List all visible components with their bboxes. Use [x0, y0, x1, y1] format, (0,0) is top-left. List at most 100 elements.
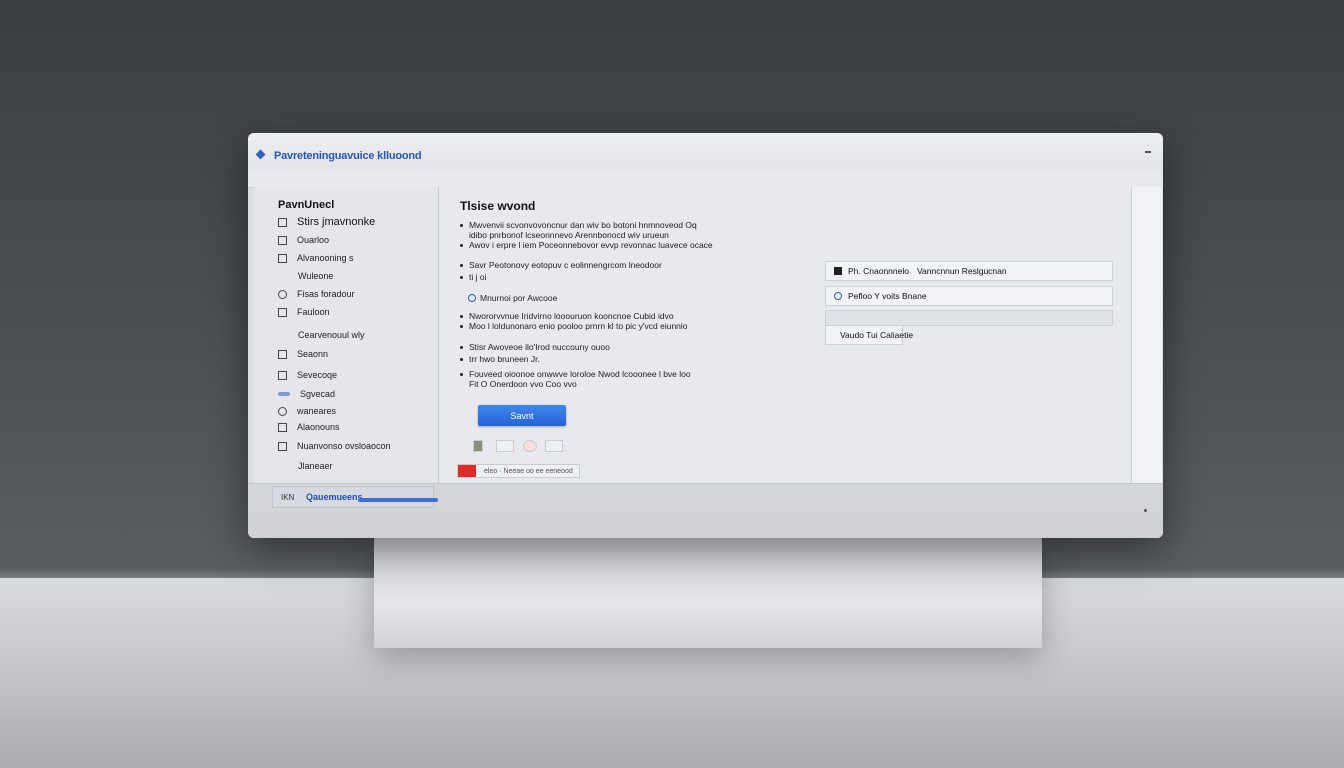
body-line-text: Awov i erpre l iem Poceonnebovor evvp re… [469, 240, 713, 250]
checkbox-icon [278, 217, 287, 227]
bullet-icon [460, 224, 463, 228]
save-button[interactable]: Savnt [478, 405, 566, 426]
sidebar-item[interactable]: waneares [278, 404, 336, 418]
sidebar-item[interactable]: Nuanvonso ovsloaocon [278, 439, 391, 453]
bullet-icon [460, 346, 463, 350]
sidebar-item-label: Cearvenouul wly [298, 330, 365, 340]
sidebar-item[interactable]: Jlaneaer [298, 459, 333, 473]
sidebar-item-label: waneares [297, 406, 337, 416]
body-line: Moo l loldunonaro enio pooloo prnrn kl t… [460, 321, 688, 331]
footer-key: IKN [281, 493, 295, 502]
sidebar-footer[interactable]: IKN Qauemueens [272, 486, 438, 508]
file-icon [834, 267, 842, 275]
sidebar-item-label: Sgvecad [300, 389, 336, 399]
bullet-icon [460, 315, 463, 319]
bullet-icon [460, 264, 463, 268]
body-line-text: trr hwo bruneen Jr. [469, 354, 540, 364]
body-line: trr hwo bruneen Jr. [460, 354, 540, 364]
bullet-icon [460, 244, 463, 248]
page-title: Tlsise wvond [460, 199, 536, 213]
blank-button[interactable] [496, 440, 514, 452]
radio-label: Mnurnoi por Awcooe [480, 293, 558, 303]
sidebar-item[interactable]: Alaonouns [278, 420, 340, 434]
info-row-label: Vaudo Tui Caliaetie [840, 330, 914, 340]
body-line-text: Savr Peotonovy eotopuv c eolinnengrcom l… [469, 260, 662, 270]
edit-icon [834, 292, 842, 300]
status-badge-text: eleo · Neeae oo ee eeneood [484, 467, 573, 475]
info-row[interactable]: Ph. Cnaonnnelo Vanncnnun Reslgucnan [825, 261, 1113, 281]
sidebar-item-label: Jlaneaer [298, 461, 333, 471]
checkbox-icon [278, 253, 287, 263]
sidebar-item-label: Ouarloo [297, 235, 330, 245]
sidebar-item-label: Stirs jmavnonke [297, 216, 376, 228]
window-titlebar: Pavreteninguavuice klluoond [248, 133, 1163, 170]
body-line: ti j oi [460, 272, 486, 282]
body-line: Stisr Awoveoe ilo'Irod nuccouny ouoo [460, 342, 610, 352]
body-line: Fit O Onerdoon vvo Coo vvo [469, 379, 577, 389]
body-line-text: Fouveed oioonoe onwwve loroloe Nwod lcoo… [469, 369, 691, 379]
sidebar-item[interactable]: Seaonn [278, 347, 328, 361]
sidebar-item[interactable]: Cearvenouul wly [298, 328, 365, 342]
body-line-text: idibo pnrbonof lcseonnnevo Arennbonocd w… [469, 230, 669, 240]
image-icon [278, 289, 287, 299]
window-title: Pavreteninguavuice klluoond [274, 150, 422, 162]
body-line: Fouveed oioonoe onwwve loroloe Nwod lcoo… [460, 369, 691, 379]
minimize-icon[interactable] [1145, 151, 1151, 153]
bullet-icon [460, 276, 463, 280]
grid-icon [278, 441, 287, 451]
info-row-label: Ph. Cnaonnnelo [848, 266, 909, 276]
radio-icon [468, 294, 476, 302]
pencil-icon[interactable] [473, 440, 483, 452]
user-avatar-icon[interactable] [523, 440, 537, 452]
sidebar-item[interactable]: Wuleone [298, 269, 333, 283]
sidebar-item[interactable]: Fauloon [278, 305, 330, 319]
progress-bar [358, 498, 438, 502]
indicator-icon [1144, 509, 1147, 512]
info-row[interactable]: Vaudo Tui Caliaetie [825, 325, 913, 345]
info-row-label: Pefloo Y voits Bnane [848, 291, 927, 301]
sidebar-item-label: Nuanvonso ovsloaocon [297, 441, 391, 451]
sidebar-item[interactable]: Fisas foradour [278, 287, 355, 301]
sidebar-item[interactable]: Sevecoqe [278, 368, 337, 382]
body-line: Awov i erpre l iem Poceonnebovor evvp re… [460, 240, 713, 250]
body-line-text: Fit O Onerdoon vvo Coo vvo [469, 379, 577, 389]
sidebar-item-label: Alvanooning s [297, 253, 354, 263]
info-row[interactable]: Pefloo Y voits Bnane [825, 286, 1113, 306]
body-line-text: Stisr Awoveoe ilo'Irod nuccouny ouoo [469, 342, 610, 352]
sidebar-item[interactable]: Alvanooning s [278, 251, 354, 265]
bullet-icon [460, 373, 463, 377]
sidebar: PavnUnecl Stirs jmavnonke Ouarloo Alvano… [254, 187, 439, 483]
sidebar-item[interactable]: Ouarloo [278, 233, 329, 247]
body-line: idibo pnrbonof lcseonnnevo Arennbonocd w… [469, 230, 669, 240]
sidebar-item-label: Sevecoqe [297, 370, 338, 380]
sidebar-item-label: Fauloon [297, 307, 330, 317]
sidebar-item[interactable]: Sgvecad [278, 387, 335, 401]
toolbar [248, 169, 1163, 188]
sidebar-item[interactable]: Stirs jmavnonke [278, 215, 375, 229]
sidebar-item-label: Seaonn [297, 349, 329, 359]
radio-option[interactable]: Mnurnoi por Awcooe [468, 293, 557, 303]
status-badge: eleo · Neeae oo ee eeneood [457, 464, 580, 478]
body-line: Nwororvvnue Iridvirno looouruon kooncnoe… [460, 311, 674, 321]
app-logo-icon [255, 149, 266, 160]
grid-icon [278, 235, 287, 245]
flag-icon [458, 465, 476, 477]
sidebar-heading: PavnUnecl [278, 199, 335, 211]
body-line-text: Moo l loldunonaro enio pooloo prnrn kl t… [469, 321, 688, 331]
main-panel: Tlsise wvond Mwvenvii scvonvovoncnur dan… [439, 187, 1131, 483]
body-line-text: Mwvenvii scvonvovoncnur dan wiv bo boton… [469, 220, 697, 230]
info-row[interactable] [825, 310, 1113, 326]
sidebar-item-label: Alaonouns [297, 422, 340, 432]
body-line-text: ti j oi [469, 272, 487, 282]
scrollbar[interactable] [1131, 187, 1162, 483]
body-line: Savr Peotonovy eotopuv c eolinnengrcom l… [460, 260, 662, 270]
bullet-icon [460, 325, 463, 329]
body-line: Mwvenvii scvonvovoncnur dan wiv bo boton… [460, 220, 697, 230]
bullet-icon [460, 358, 463, 362]
checkbox-icon [278, 370, 287, 380]
checkbox-icon [278, 349, 287, 359]
checkbox-icon [278, 422, 287, 432]
monitor-screen: Pavreteninguavuice klluoond PavnUnecl St… [248, 133, 1163, 538]
grid-icon [278, 307, 287, 317]
blank-button[interactable] [545, 440, 563, 452]
